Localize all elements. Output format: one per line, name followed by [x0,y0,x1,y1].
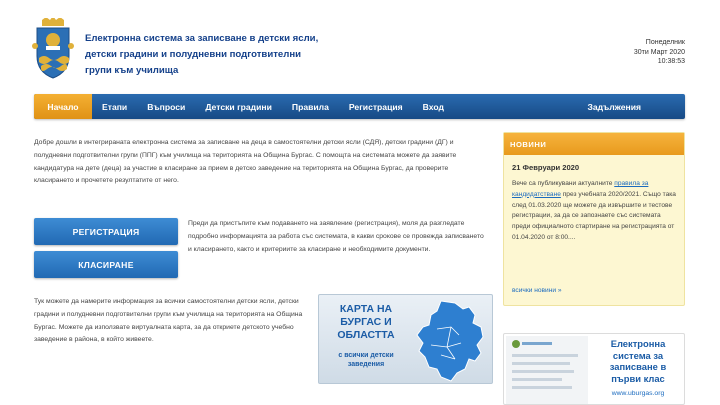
nav-item-rules[interactable]: Правила [282,94,339,119]
map-banner-subtitle: с всички детски заведения [338,352,394,368]
clock: 10:38:53 [657,58,685,65]
thumbnail-line [512,370,574,373]
banner-url[interactable]: www.uburgas.org [594,390,682,397]
region-map-icon [416,300,484,382]
banner-thumbnail [506,336,588,404]
first-grade-banner[interactable]: Електронна система за записване в първи … [503,333,685,405]
map-info-text: Тук можете да намерите информация за вси… [34,298,303,344]
nav-item-kindergartens[interactable]: Детски градини [195,94,282,119]
banner-title: Електронна система за записване в първи … [609,338,667,384]
date: 30ти Март 2020 [633,48,685,56]
all-news-link[interactable]: всички новини » [512,287,562,294]
news-body: Вече са публикувани актуалните правила з… [512,179,680,244]
news-heading: НОВИНИ [504,133,684,155]
weekday: Понеделник [645,39,685,46]
thumbnail-line [512,362,570,365]
nav-item-questions[interactable]: Въпроси [137,94,195,119]
map-banner[interactable]: КАРТА НА БУРГАС И ОБЛАСТТА с всички детс… [318,294,493,384]
map-banner-title: КАРТА НА БУРГАС И ОБЛАСТТА [337,303,395,341]
thumbnail-logo-icon [512,340,520,348]
news-text-after: през учебната 2020/2021. Също така след … [512,190,676,241]
register-button[interactable]: РЕГИСТРАЦИЯ [34,218,178,245]
nav-item-login[interactable]: Вход [413,94,454,119]
nav-item-obligations[interactable]: Задължения [578,94,685,119]
nav-item-home[interactable]: Начало [34,94,92,119]
nav-item-registration[interactable]: Регистрация [339,94,413,119]
thumbnail-line [512,354,578,357]
main-nav: Начало Етапи Въпроси Детски градини Прав… [34,94,685,119]
thumbnail-line [512,378,562,381]
news-text-before: Вече са публикувани актуалните [512,180,615,187]
registration-info-text: Преди да пристъпите към подаването на за… [188,220,484,253]
page: Електронна система за записване в детски… [0,0,720,405]
intro-text: Добре дошли в интегрираната електронна с… [34,139,457,185]
nav-item-stages[interactable]: Етапи [92,94,137,119]
thumbnail-line [512,386,572,389]
news-panel: НОВИНИ 21 Февруари 2020 Вече са публикув… [503,132,685,306]
site-title: Електронна система за записване в детски… [85,33,319,76]
date-time: Понеделник 30ти Март 2020 10:38:53 [634,38,685,67]
burgas-coat-of-arms-logo[interactable] [32,16,74,82]
news-date: 21 Февруари 2020 [512,163,580,172]
ranking-button[interactable]: КЛАСИРАНЕ [34,251,178,278]
thumbnail-logo-text [522,342,552,345]
